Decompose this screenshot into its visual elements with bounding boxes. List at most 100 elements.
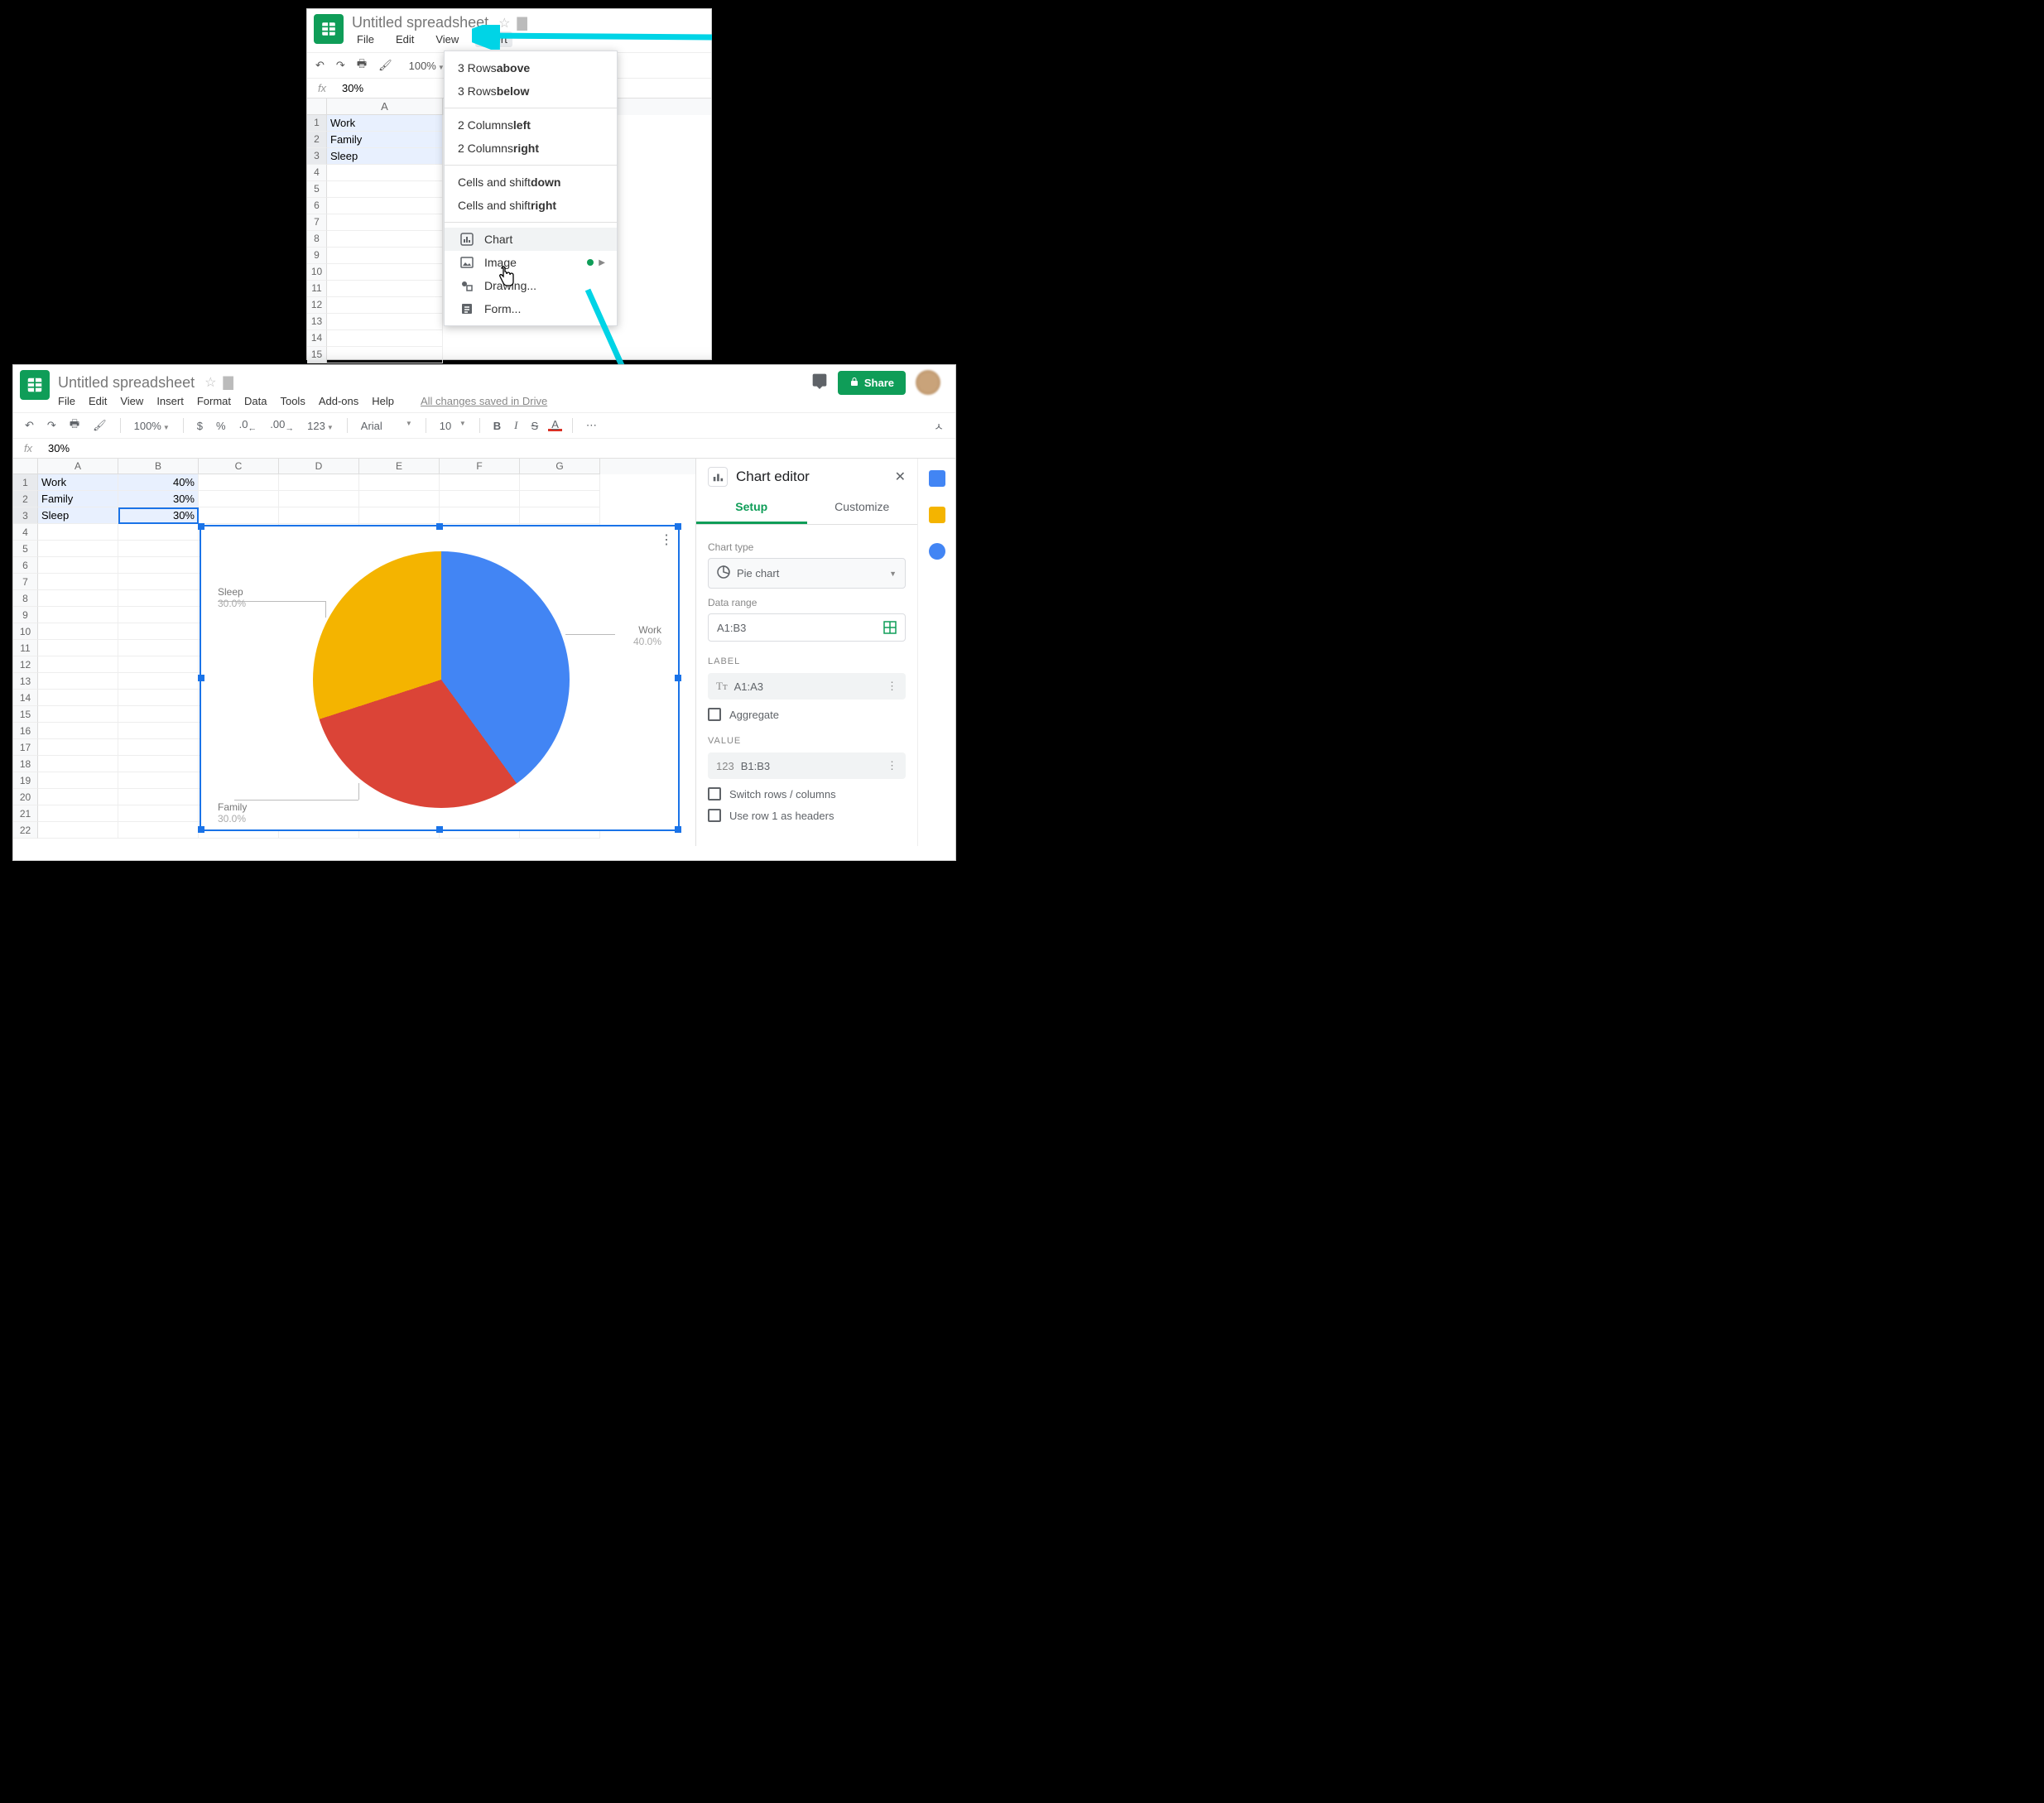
menu-item-cells-down[interactable]: Cells and shift down bbox=[445, 171, 617, 194]
grid-select-icon[interactable] bbox=[883, 621, 897, 634]
col-header[interactable]: B bbox=[118, 459, 199, 474]
strike-icon[interactable]: S bbox=[528, 420, 542, 432]
redo-icon[interactable]: ↷ bbox=[44, 419, 60, 432]
pie-chart bbox=[313, 551, 570, 808]
zoom-select[interactable]: 100%▼ bbox=[409, 60, 445, 72]
comments-icon[interactable] bbox=[811, 373, 828, 393]
paint-format-icon[interactable]: 🖌 bbox=[378, 59, 392, 72]
spreadsheet-grid[interactable]: A B C D E F G 1Work40%2Family30%3Sleep30… bbox=[13, 459, 695, 846]
sheets-window-insert-menu: Untitled spreadsheet ☆ ▇ File Edit View … bbox=[306, 8, 712, 360]
toolbar: ↶ ↷ 🖶 🖌 100%▼ $ % .0← .00→ 123▼ Arial▼ 1… bbox=[13, 412, 955, 439]
increase-decimal-icon[interactable]: .00→ bbox=[267, 418, 297, 434]
number-type-icon: 123 bbox=[716, 760, 734, 772]
col-header[interactable]: G bbox=[520, 459, 600, 474]
grid-row[interactable]: 15 bbox=[307, 347, 711, 363]
bold-icon[interactable]: B bbox=[490, 420, 504, 432]
menu-view[interactable]: View bbox=[120, 395, 143, 407]
text-color-icon[interactable]: A bbox=[548, 421, 562, 431]
col-header[interactable]: A bbox=[38, 459, 118, 474]
aggregate-checkbox[interactable]: Aggregate bbox=[708, 708, 906, 721]
col-header[interactable]: C bbox=[199, 459, 279, 474]
undo-icon[interactable]: ↶ bbox=[315, 59, 325, 72]
col-header-a[interactable]: A bbox=[327, 99, 443, 115]
label-section-header: LABEL bbox=[708, 656, 906, 666]
chevron-right-icon: ▶ bbox=[599, 258, 605, 267]
document-title[interactable]: Untitled spreadsheet bbox=[352, 14, 488, 31]
folder-icon[interactable]: ▇ bbox=[223, 374, 233, 391]
menu-edit[interactable]: Edit bbox=[89, 395, 107, 407]
menu-tools[interactable]: Tools bbox=[280, 395, 305, 407]
menu-item-drawing[interactable]: Drawing... bbox=[445, 274, 617, 297]
keep-addon-icon[interactable] bbox=[929, 507, 945, 523]
col-header[interactable]: E bbox=[359, 459, 440, 474]
menu-format[interactable]: Format bbox=[197, 395, 231, 407]
star-icon[interactable]: ☆ bbox=[498, 15, 510, 31]
tab-customize[interactable]: Customize bbox=[807, 492, 918, 524]
more-toolbar-icon[interactable]: ⋯ bbox=[583, 419, 600, 432]
cursor-hand-icon bbox=[496, 266, 516, 294]
chart-menu-icon[interactable]: ⋮ bbox=[660, 531, 673, 548]
menu-item-image[interactable]: Image▶ bbox=[445, 251, 617, 274]
label-range-chip[interactable]: Tᴛ A1:A3 ⋮ bbox=[708, 673, 906, 700]
menu-file[interactable]: File bbox=[352, 31, 379, 47]
kebab-icon[interactable]: ⋮ bbox=[887, 680, 897, 693]
avatar[interactable] bbox=[916, 370, 940, 395]
zoom-select[interactable]: 100%▼ bbox=[131, 420, 173, 432]
menu-item-cols-right[interactable]: 2 Columns right bbox=[445, 137, 617, 160]
font-select[interactable]: Arial▼ bbox=[358, 420, 416, 432]
print-icon[interactable]: 🖶 bbox=[66, 416, 83, 435]
chart-type-select[interactable]: Pie chart ▼ bbox=[708, 558, 906, 589]
collapse-icon[interactable]: ㅅ bbox=[931, 418, 947, 434]
menu-help[interactable]: Help bbox=[372, 395, 394, 407]
grid-row[interactable]: 1Work40% bbox=[13, 474, 695, 491]
currency-icon[interactable]: $ bbox=[194, 420, 206, 432]
data-range-input[interactable]: A1:B3 bbox=[708, 613, 906, 642]
folder-icon[interactable]: ▇ bbox=[517, 15, 527, 31]
more-formats-icon[interactable]: 123▼ bbox=[304, 420, 337, 432]
close-icon[interactable]: ✕ bbox=[895, 469, 906, 485]
menu-addons[interactable]: Add-ons bbox=[319, 395, 358, 407]
document-title[interactable]: Untitled spreadsheet bbox=[58, 374, 195, 392]
menu-item-chart[interactable]: Chart bbox=[445, 228, 617, 251]
switch-rows-checkbox[interactable]: Switch rows / columns bbox=[708, 787, 906, 801]
italic-icon[interactable]: I bbox=[511, 419, 521, 432]
grid-row[interactable]: 14 bbox=[307, 330, 711, 347]
menu-edit[interactable]: Edit bbox=[391, 31, 419, 47]
undo-icon[interactable]: ↶ bbox=[22, 419, 37, 432]
menu-item-cols-left[interactable]: 2 Columns left bbox=[445, 113, 617, 137]
calendar-addon-icon[interactable] bbox=[929, 470, 945, 487]
redo-icon[interactable]: ↷ bbox=[336, 59, 345, 72]
menu-item-cells-right[interactable]: Cells and shift right bbox=[445, 194, 617, 217]
star-icon[interactable]: ☆ bbox=[204, 374, 216, 391]
menu-view[interactable]: View bbox=[430, 31, 464, 47]
image-icon bbox=[458, 256, 476, 269]
chart-editor-panel: Chart editor ✕ Setup Customize Chart typ… bbox=[695, 459, 917, 846]
print-icon[interactable]: 🖶 bbox=[357, 56, 367, 75]
menu-item-form[interactable]: Form... bbox=[445, 297, 617, 320]
menu-insert[interactable]: Insert bbox=[156, 395, 184, 407]
tab-setup[interactable]: Setup bbox=[696, 492, 807, 524]
editor-tabs: Setup Customize bbox=[696, 492, 917, 525]
chart-object[interactable]: ⋮ Work40.0% bbox=[200, 525, 680, 831]
col-header[interactable]: D bbox=[279, 459, 359, 474]
menu-file[interactable]: File bbox=[58, 395, 75, 407]
tasks-addon-icon[interactable] bbox=[929, 543, 945, 560]
pie-label-family: Family30.0% bbox=[218, 801, 247, 825]
kebab-icon[interactable]: ⋮ bbox=[887, 759, 897, 772]
chart-icon bbox=[458, 233, 476, 246]
decrease-decimal-icon[interactable]: .0← bbox=[236, 418, 261, 434]
paint-format-icon[interactable]: 🖌 bbox=[89, 419, 110, 432]
col-header[interactable]: F bbox=[440, 459, 520, 474]
font-size-select[interactable]: 10▼ bbox=[436, 420, 469, 432]
menu-data[interactable]: Data bbox=[244, 395, 267, 407]
percent-icon[interactable]: % bbox=[213, 420, 229, 432]
formula-value[interactable]: 30% bbox=[43, 439, 955, 458]
grid-row[interactable]: 2Family30% bbox=[13, 491, 695, 507]
share-button[interactable]: Share bbox=[838, 371, 906, 395]
use-row1-checkbox[interactable]: Use row 1 as headers bbox=[708, 809, 906, 822]
value-range-chip[interactable]: 123 B1:B3 ⋮ bbox=[708, 752, 906, 779]
menu-item-rows-above[interactable]: 3 Rows above bbox=[445, 56, 617, 79]
grid-row[interactable]: 3Sleep30% bbox=[13, 507, 695, 524]
menu-insert[interactable]: Insert bbox=[475, 31, 512, 47]
menu-item-rows-below[interactable]: 3 Rows below bbox=[445, 79, 617, 103]
